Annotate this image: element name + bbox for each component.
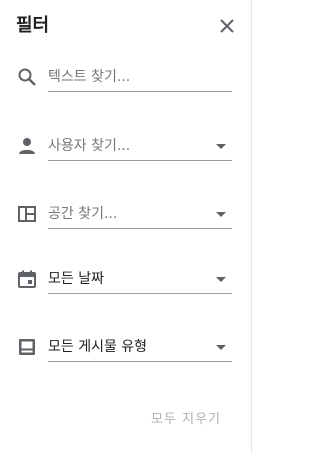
date-select[interactable]: 모든 날짜	[48, 264, 232, 294]
calendar-icon	[16, 268, 38, 290]
user-select[interactable]: 사용자 찾기...	[48, 131, 232, 161]
filter-panel: 필터 텍스트 찾기... 사용자 찾기... 공간 찾기... 모든 날짜 모든…	[0, 0, 252, 453]
date-filter-row: 모든 날짜	[16, 264, 232, 294]
space-select[interactable]: 공간 찾기...	[48, 199, 232, 229]
chevron-down-icon	[216, 277, 226, 282]
chevron-down-icon	[216, 144, 226, 149]
chevron-down-icon	[216, 345, 226, 350]
clear-all-button[interactable]: 모두 지우기	[151, 408, 221, 427]
user-filter-row: 사용자 찾기...	[16, 131, 232, 161]
search-icon	[16, 66, 38, 88]
space-filter-row: 공간 찾기...	[16, 199, 232, 229]
close-button[interactable]	[215, 14, 239, 38]
person-icon	[16, 135, 38, 157]
date-select-value: 모든 날짜	[48, 271, 104, 287]
search-text-placeholder: 텍스트 찾기...	[48, 69, 131, 85]
space-select-placeholder: 공간 찾기...	[48, 206, 118, 222]
post-type-icon	[16, 336, 38, 358]
user-select-placeholder: 사용자 찾기...	[48, 138, 131, 154]
search-text-row: 텍스트 찾기...	[16, 62, 232, 92]
search-text-input[interactable]: 텍스트 찾기...	[48, 62, 232, 92]
space-layout-icon	[16, 203, 38, 225]
post-type-filter-row: 모든 게시물 유형	[16, 332, 232, 362]
chevron-down-icon	[216, 212, 226, 217]
panel-title: 필터	[16, 15, 50, 36]
post-type-select-value: 모든 게시물 유형	[48, 339, 148, 355]
close-icon	[220, 19, 234, 33]
filter-header: 필터	[16, 12, 239, 40]
post-type-select[interactable]: 모든 게시물 유형	[48, 332, 232, 362]
